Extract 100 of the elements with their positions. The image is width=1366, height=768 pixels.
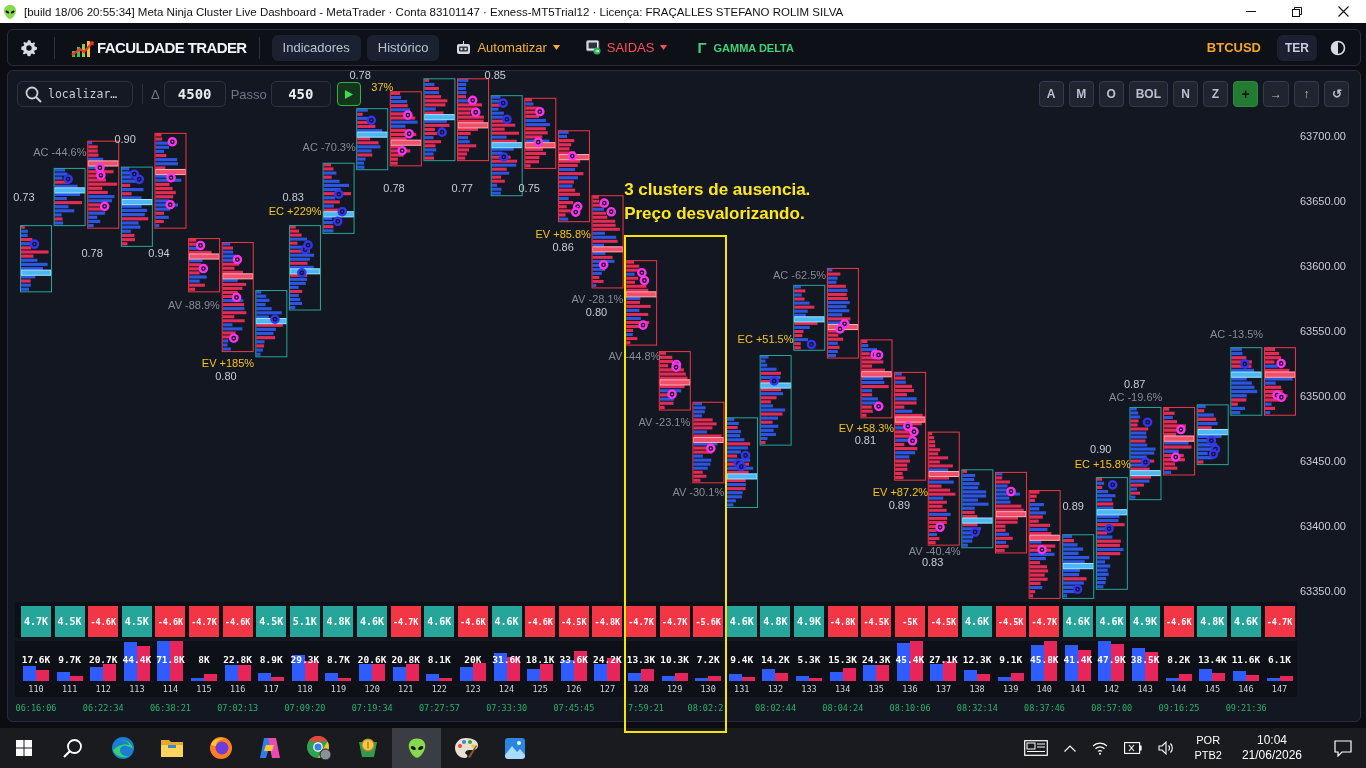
bar-number: 134	[834, 684, 851, 694]
delta-cell: 4.6K	[962, 606, 993, 637]
buy-sell-bars	[695, 676, 722, 681]
bar-number: 124	[498, 684, 515, 694]
bar-number: 111	[61, 684, 78, 694]
buy-sell-bars	[728, 674, 755, 681]
indicators-button[interactable]: Indicadores	[271, 34, 361, 61]
buy-sell-bars	[459, 663, 486, 681]
delta-cell: -5.6K	[693, 606, 724, 637]
delta-cell: 4.6K	[1230, 606, 1261, 637]
gamma-delta-button[interactable]: Γ GAMMA DELTA	[697, 39, 794, 56]
time-label: 08:04:24	[822, 703, 864, 713]
search-icon	[25, 85, 42, 103]
bar-number: 119	[330, 684, 347, 694]
speaker-icon[interactable]	[1158, 741, 1175, 755]
monitor-icon	[585, 40, 601, 55]
history-button[interactable]: Histórico	[366, 34, 440, 61]
buy-sell-bars	[1266, 676, 1293, 681]
delta-cell: -4.5K	[928, 606, 959, 637]
toolbar-button[interactable]: M	[1068, 81, 1094, 107]
exhaustion-label: EV +87.2%	[872, 486, 929, 499]
close-icon	[1337, 6, 1349, 17]
time-label: 7:59:21	[628, 703, 664, 713]
wifi-icon[interactable]	[1092, 741, 1109, 755]
bar-number: 147	[1271, 684, 1288, 694]
windows-logo-icon	[16, 740, 32, 756]
volume-value: 7.2K	[696, 654, 720, 666]
delta-cell: -4.5K	[995, 606, 1026, 637]
delta-cell: 4.5K	[54, 606, 85, 637]
buy-sell-bars	[123, 642, 150, 681]
ribbon-icon	[257, 737, 282, 759]
toolbar-button[interactable]: →	[1263, 81, 1289, 107]
absorption-label: AC -44.6%	[33, 145, 87, 158]
volume-value: 71.8K	[156, 654, 185, 666]
absorption-label: AC -13.5%	[1209, 327, 1264, 340]
time-label: 09:16:25	[1158, 703, 1200, 713]
bar-number: 112	[95, 684, 111, 694]
toolbar-button[interactable]: ↺	[1324, 81, 1349, 107]
exits-menu[interactable]: SAIDAS	[585, 40, 668, 55]
time-label: 08:10:06	[889, 703, 931, 713]
delta-cell: -4.8K	[827, 606, 858, 637]
buy-sell-bars	[560, 651, 587, 681]
ratio-label: 0.80	[215, 370, 237, 383]
bar-number: 122	[431, 684, 447, 694]
delta-label: Δ	[151, 86, 160, 102]
taskbar-app-button[interactable]	[392, 728, 441, 768]
delta-field[interactable]: 4500	[163, 81, 226, 107]
toolbar-button[interactable]: O	[1098, 81, 1124, 107]
delta-cell: -4.7K	[1029, 606, 1060, 637]
volume-value: 20K	[464, 654, 482, 666]
robot-icon	[456, 40, 472, 55]
symbol-label: BTCUSD	[1206, 40, 1261, 55]
volume-value: 6.1K	[1268, 654, 1291, 666]
automate-menu[interactable]: Automatizar	[456, 40, 560, 55]
contrast-icon[interactable]	[1330, 39, 1346, 56]
search-field[interactable]: localizar…	[17, 81, 133, 107]
toolbar-button[interactable]: Z	[1203, 81, 1228, 107]
step-field[interactable]: 450	[270, 81, 331, 107]
wheel-avatar-icon	[305, 735, 332, 761]
play-button[interactable]	[336, 82, 361, 106]
delta-cell: 5.1K	[289, 606, 320, 637]
buy-sell-bars	[1132, 648, 1159, 681]
restore-icon	[1292, 6, 1302, 17]
clock-button[interactable]: 10:04 21/06/2026	[1241, 733, 1302, 763]
absorption-label: AC -62.5%	[772, 269, 827, 282]
toolbar-button[interactable]: A	[1038, 81, 1064, 107]
exhaustion-label: EC +229%	[268, 205, 322, 218]
bar-number: 140	[1036, 684, 1052, 694]
battery-icon[interactable]	[1124, 742, 1143, 754]
bar-number: 126	[566, 684, 582, 694]
chevron-up-icon[interactable]	[1064, 744, 1077, 752]
ratio-label: 0.77	[451, 182, 473, 195]
bar-number: 142	[1103, 684, 1120, 694]
exhaustion-label: 37%	[371, 80, 394, 93]
cluster-profile	[356, 108, 389, 171]
bar-number: 131	[734, 684, 750, 694]
buy-sell-bars	[964, 670, 991, 681]
theme-button[interactable]: TER	[1277, 34, 1317, 61]
delta-cell: 4.5K	[121, 606, 152, 637]
toolbar-button[interactable]: ↑	[1294, 81, 1319, 107]
bar-number: 110	[28, 684, 44, 694]
delta-cell: -4.7K	[189, 606, 220, 637]
window-title: [build 18/06 20:55:34] Meta Ninja Cluster Live Dashboard - MetaTrader · Conta 83101147 · Exness-MT5Trial12 · Licença: FRAÇALLES STEFANO ROLIM SILVA	[24, 5, 844, 18]
toolbar-button[interactable]: BOL	[1128, 81, 1168, 107]
settings-icon[interactable]	[20, 38, 38, 57]
toolbar-button[interactable]: N	[1173, 81, 1198, 107]
time-label: 08:02:44	[755, 703, 797, 713]
price-label: 63400.00	[1300, 519, 1346, 532]
bar-number: 116	[229, 684, 246, 694]
price-label: 63650.00	[1300, 195, 1346, 208]
volume-value: 13.3K	[626, 654, 656, 666]
step-label: Passo	[230, 86, 267, 102]
bar-number: 115	[196, 684, 212, 694]
buy-sell-bars	[493, 653, 520, 681]
cluster-profile	[1230, 347, 1263, 416]
delta-cell: -4.5K	[861, 606, 892, 637]
language-button[interactable]: POR PTB2	[1194, 733, 1222, 763]
volume-value: 17.6K	[21, 654, 51, 666]
news-icon[interactable]	[1024, 740, 1049, 756]
ratio-label: 0.78	[81, 247, 103, 260]
